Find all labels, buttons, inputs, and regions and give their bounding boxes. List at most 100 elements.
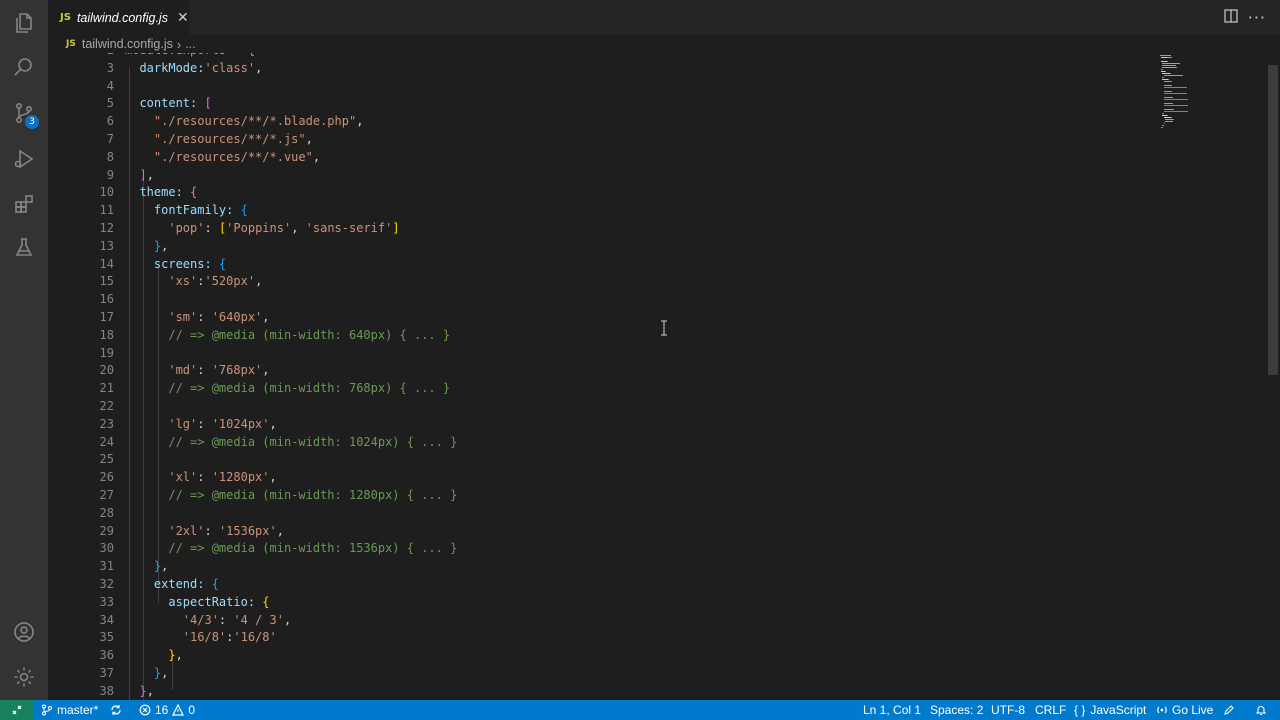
line-number: 12 [99,220,114,235]
line-text: // => @media (min-width: 1536px) { ... } [125,540,457,558]
code-line[interactable]: 6 "./resources/**/*.blade.php", [48,113,1158,131]
cursor-position[interactable]: Ln 1, Col 1 [863,700,921,720]
code-token: : [197,309,212,324]
code-token: , [161,238,169,253]
branch-status[interactable]: master* [41,700,98,720]
code-line[interactable]: 3 darkMode:'class', [48,60,1158,78]
code-line[interactable]: 38 }, [48,683,1158,700]
line-text: }, [125,665,168,683]
go-live-button[interactable]: Go Live [1156,700,1213,720]
code-editor[interactable]: 2module.exports = {3 darkMode:'class',45… [48,53,1280,700]
code-line[interactable]: 31 }, [48,558,1158,576]
more-actions-icon[interactable]: ··· [1248,8,1266,27]
code-line[interactable]: 5 content: [ [48,95,1158,113]
line-number: 25 [99,452,114,467]
eol-status[interactable]: CRLF [1035,700,1066,720]
code-lines[interactable]: 2module.exports = {3 darkMode:'class',45… [48,53,1158,700]
run-debug-button[interactable] [0,136,48,182]
code-token: 'lg' [125,416,198,431]
code-line[interactable]: 25 [48,451,1158,469]
line-text: 'xl': '1280px', [125,469,276,487]
code-token: , [262,309,270,324]
source-control-button[interactable]: 3 [0,90,48,136]
line-number: 9 [106,167,114,182]
code-line[interactable]: 33 aspectRatio: { [48,594,1158,612]
code-line[interactable]: 17 'sm': '640px', [48,309,1158,327]
code-token: content: [125,96,205,111]
feedback-button[interactable] [1223,700,1239,720]
code-line[interactable]: 8 "./resources/**/*.vue", [48,149,1158,167]
code-token: // => @media (min-width: 640px) { ... } [125,327,451,342]
line-number: 28 [99,505,114,520]
remote-indicator[interactable] [0,700,34,720]
explorer-button[interactable] [0,0,48,46]
minimap-line [1163,93,1187,94]
code-line[interactable]: 28 [48,505,1158,523]
code-line[interactable]: 24 // => @media (min-width: 1024px) { ..… [48,434,1158,452]
testing-button[interactable] [0,225,48,271]
code-line[interactable]: 16 [48,291,1158,309]
indentation-status[interactable]: Spaces: 2 [930,700,983,720]
code-line[interactable]: 7 "./resources/**/*.js", [48,131,1158,149]
code-token: '16/8' [125,630,227,645]
minimap-line [1161,69,1163,70]
code-line[interactable]: 36 }, [48,647,1158,665]
line-number: 21 [99,381,114,396]
code-line[interactable]: 26 'xl': '1280px', [48,469,1158,487]
braces-icon: { } [1074,703,1086,717]
code-line[interactable]: 13 }, [48,238,1158,256]
language-mode[interactable]: { } JavaScript [1074,700,1146,720]
minimap[interactable] [1158,53,1218,133]
code-line[interactable]: 4 [48,78,1158,96]
code-line[interactable]: 30 // => @media (min-width: 1536px) { ..… [48,540,1158,558]
code-line[interactable]: 35 '16/8':'16/8' [48,629,1158,647]
account-button[interactable] [0,609,48,655]
code-line[interactable]: 34 '4/3': '4 / 3', [48,612,1158,630]
sync-icon [111,705,121,715]
code-token: extend: [125,576,212,591]
code-line[interactable]: 18 // => @media (min-width: 640px) { ...… [48,327,1158,345]
code-token: : [197,416,212,431]
scrollbar-thumb[interactable] [1268,65,1278,375]
problems-status[interactable]: 16 0 [139,700,195,720]
code-line[interactable]: 21 // => @media (min-width: 768px) { ...… [48,380,1158,398]
line-text: '4/3': '4 / 3', [125,612,291,630]
code-token: , [255,274,263,289]
code-line[interactable]: 10 theme: { [48,184,1158,202]
code-line[interactable]: 20 'md': '768px', [48,362,1158,380]
encoding-status[interactable]: UTF-8 [991,700,1025,720]
language-label: JavaScript [1090,703,1147,717]
code-line[interactable]: 37 }, [48,665,1158,683]
notifications-button[interactable] [1255,700,1271,720]
tab-tailwind-config[interactable]: JS tailwind.config.js ✕ [48,0,190,35]
code-line[interactable]: 14 screens: { [48,256,1158,274]
code-token: , [146,683,154,698]
code-line[interactable]: 29 '2xl': '1536px', [48,523,1158,541]
code-line[interactable]: 32 extend: { [48,576,1158,594]
close-icon[interactable]: ✕ [177,10,189,26]
code-token: '1536px' [218,523,277,538]
code-line[interactable]: 15 'xs':'520px', [48,273,1158,291]
code-token: , [291,220,306,235]
minimap-line [1170,57,1172,58]
code-token: ] [125,167,147,182]
split-editor-icon[interactable] [1224,9,1238,23]
line-number: 24 [99,434,114,449]
breadcrumb-more[interactable]: ... [185,37,195,51]
sync-button[interactable] [110,700,126,720]
code-line[interactable]: 11 fontFamily: { [48,202,1158,220]
minimap-line [1163,111,1188,112]
code-line[interactable]: 2 module.exports = { [48,53,1158,60]
code-line[interactable]: 12 'pop': ['Poppins', 'sans-serif'] [48,220,1158,238]
code-line[interactable]: 23 'lg': '1024px', [48,416,1158,434]
code-line[interactable]: 27 // => @media (min-width: 1280px) { ..… [48,487,1158,505]
manage-button[interactable] [0,654,48,700]
line-number: 32 [99,576,114,591]
code-line[interactable]: 22 [48,398,1158,416]
vertical-scrollbar[interactable] [1266,53,1280,700]
extensions-button[interactable] [0,181,48,227]
search-button[interactable] [0,44,48,90]
code-line[interactable]: 9 ], [48,167,1158,185]
code-line[interactable]: 19 [48,345,1158,363]
breadcrumb-file[interactable]: tailwind.config.js [82,37,173,51]
